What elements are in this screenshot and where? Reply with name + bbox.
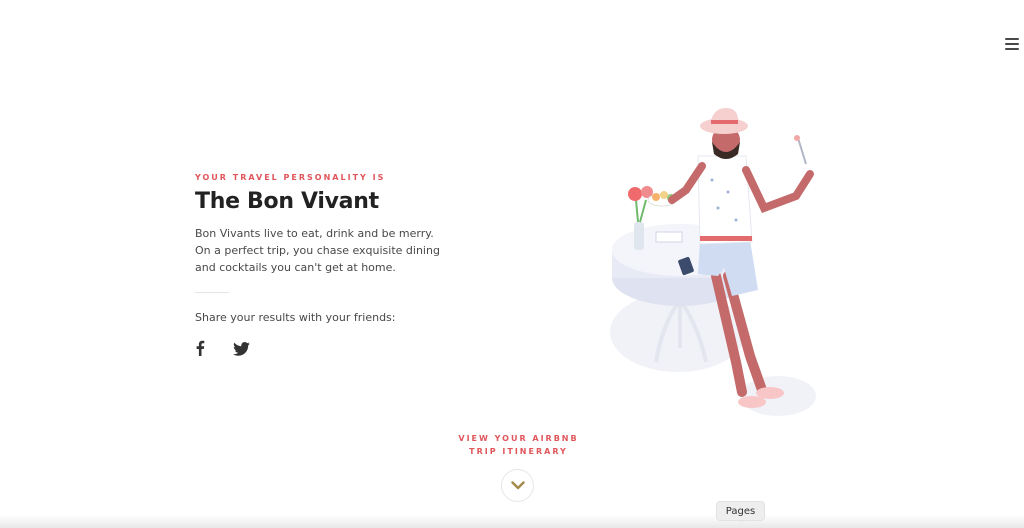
share-prompt: Share your results with your friends:	[195, 311, 396, 324]
hamburger-menu-button[interactable]	[1002, 34, 1022, 54]
itinerary-section: VIEW YOUR AIRBNB TRIP ITINERARY	[440, 432, 597, 458]
page: YOUR TRAVEL PERSONALITY IS The Bon Vivan…	[0, 0, 1024, 528]
hamburger-menu-icon-middle	[1005, 43, 1019, 45]
bottom-shadow	[0, 515, 1024, 528]
view-itinerary-link[interactable]: VIEW YOUR AIRBNB TRIP ITINERARY	[440, 432, 597, 458]
personality-result: YOUR TRAVEL PERSONALITY IS The Bon Vivan…	[195, 172, 445, 360]
scroll-down-button[interactable]	[501, 469, 534, 502]
divider	[195, 292, 229, 293]
hamburger-menu-icon	[1005, 38, 1019, 40]
share-icons	[195, 340, 445, 360]
chevron-down-icon	[510, 481, 525, 490]
hamburger-menu-icon-bottom	[1005, 48, 1019, 50]
facebook-icon[interactable]	[195, 340, 205, 360]
personality-description: Bon Vivants live to eat, drink and be me…	[195, 227, 440, 274]
twitter-icon[interactable]	[233, 341, 250, 360]
personality-title: The Bon Vivant	[195, 189, 379, 214]
personality-eyebrow: YOUR TRAVEL PERSONALITY IS	[195, 173, 386, 182]
bon-vivant-illustration	[600, 100, 840, 434]
pages-button[interactable]: Pages	[716, 501, 765, 525]
